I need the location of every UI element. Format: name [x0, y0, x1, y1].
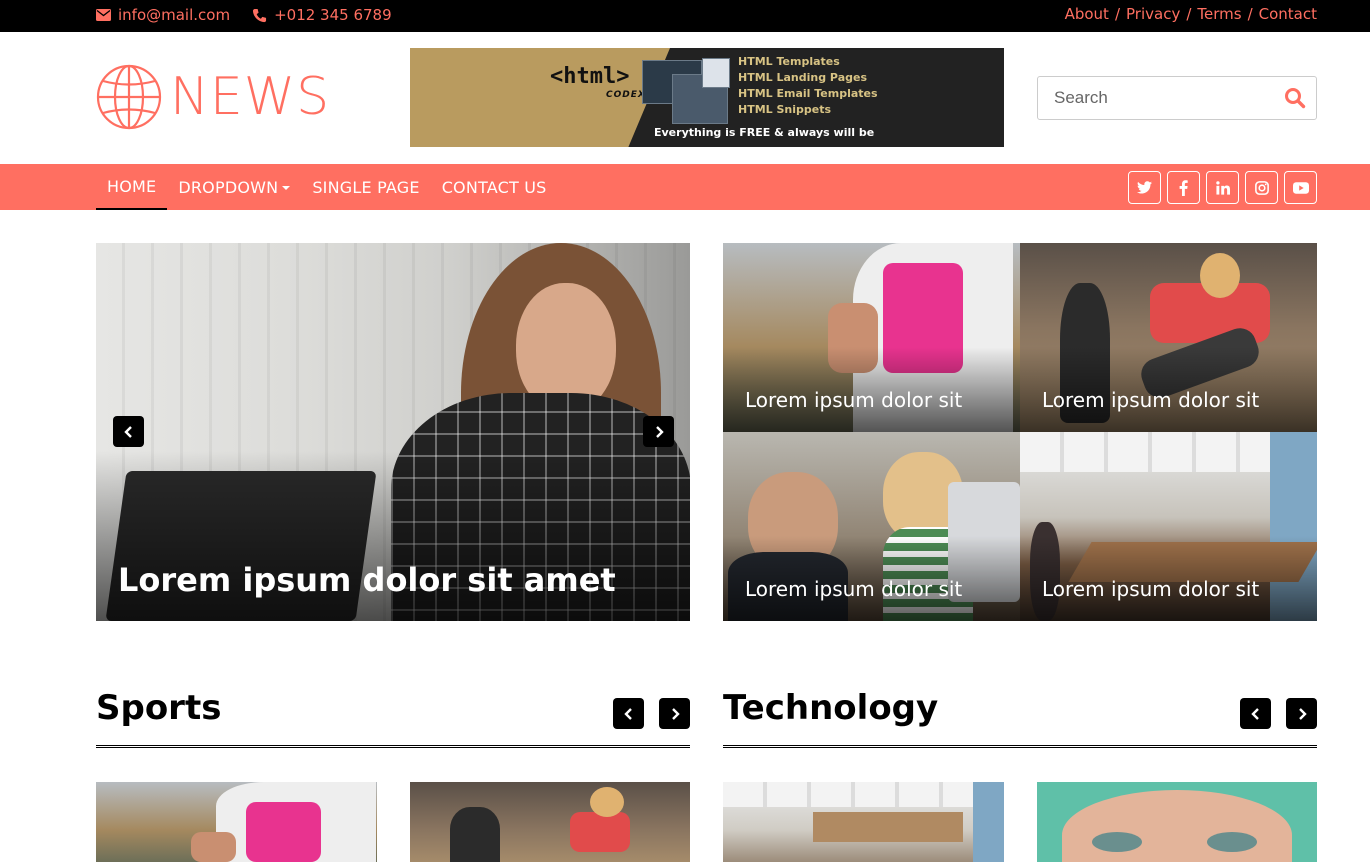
- top-bar: info@mail.com +012 345 6789 About / Priv…: [0, 0, 1370, 32]
- twitter-icon: [1137, 181, 1152, 194]
- tile-caption: Lorem ipsum dolor sit: [1042, 388, 1260, 412]
- chevron-right-icon: [1298, 707, 1307, 720]
- chevron-right-icon: [655, 425, 664, 438]
- banner-list: HTML Templates HTML Landing Pages HTML E…: [738, 54, 878, 118]
- globe-icon: [96, 64, 162, 130]
- technology-next-button[interactable]: [1286, 698, 1317, 729]
- nav-item-dropdown-label: DROPDOWN: [178, 177, 279, 197]
- search-input[interactable]: [1038, 77, 1278, 119]
- main-nav: HOME DROPDOWN SINGLE PAGE CONTACT US: [0, 164, 1370, 210]
- facebook-button[interactable]: [1167, 171, 1200, 204]
- link-separator: /: [1186, 5, 1192, 23]
- search-icon: [1285, 88, 1306, 109]
- hero-slider[interactable]: Lorem ipsum dolor sit amet: [96, 243, 690, 621]
- news-tile[interactable]: Lorem ipsum dolor sit: [1020, 243, 1317, 432]
- nav-item-contact-us[interactable]: CONTACT US: [431, 164, 558, 210]
- technology-thumb[interactable]: [1037, 782, 1317, 862]
- link-about[interactable]: About: [1065, 5, 1109, 23]
- tile-caption: Lorem ipsum dolor sit: [1042, 577, 1260, 601]
- section-title-sports: Sports: [96, 688, 222, 728]
- banner-tagline: Everything is FREE & always will be: [654, 126, 875, 139]
- banner-item: HTML Snippets: [738, 103, 832, 116]
- hero-caption[interactable]: Lorem ipsum dolor sit amet: [118, 561, 616, 599]
- caret-down-icon: [282, 186, 291, 190]
- contact-info: info@mail.com +012 345 6789: [96, 6, 392, 24]
- nav-item-home[interactable]: HOME: [96, 164, 168, 210]
- search-box: [1037, 76, 1317, 120]
- sports-prev-button[interactable]: [613, 698, 644, 729]
- instagram-button[interactable]: [1245, 171, 1278, 204]
- banner-ad[interactable]: <html> CODEX HTML Templates HTML Landing…: [410, 48, 1004, 147]
- sports-thumb[interactable]: [410, 782, 690, 862]
- email-item[interactable]: info@mail.com: [96, 6, 230, 24]
- sports-thumb[interactable]: [96, 782, 377, 862]
- logo-text: NEWS: [170, 67, 331, 127]
- hero-next-button[interactable]: [643, 416, 674, 447]
- tile-caption: Lorem ipsum dolor sit: [745, 577, 963, 601]
- phone-item[interactable]: +012 345 6789: [252, 6, 392, 24]
- section-divider: [96, 745, 690, 748]
- link-separator: /: [1114, 5, 1121, 23]
- banner-item: HTML Landing Pages: [738, 71, 868, 84]
- chevron-right-icon: [671, 707, 680, 720]
- youtube-button[interactable]: [1284, 171, 1317, 204]
- technology-thumb[interactable]: [723, 782, 1004, 862]
- banner-screenshots: [642, 56, 732, 128]
- section-divider: [723, 745, 1317, 748]
- top-links: About / Privacy / Terms / Contact: [1065, 5, 1317, 23]
- youtube-icon: [1292, 181, 1309, 194]
- link-contact[interactable]: Contact: [1259, 5, 1317, 23]
- search-button[interactable]: [1284, 87, 1306, 109]
- sports-next-button[interactable]: [659, 698, 690, 729]
- banner-item: HTML Templates: [738, 55, 840, 68]
- envelope-icon: [96, 9, 111, 21]
- news-tile[interactable]: Lorem ipsum dolor sit: [1020, 432, 1317, 621]
- chevron-left-icon: [123, 425, 132, 438]
- linkedin-icon: [1215, 180, 1230, 195]
- nav-item-single-page[interactable]: SINGLE PAGE: [301, 164, 430, 210]
- chevron-left-icon: [1250, 707, 1259, 720]
- link-separator: /: [1247, 5, 1253, 23]
- news-tile[interactable]: Lorem ipsum dolor sit: [723, 243, 1020, 432]
- phone-text[interactable]: +012 345 6789: [274, 6, 392, 24]
- section-title-technology: Technology: [723, 688, 939, 728]
- social-links: [1128, 171, 1317, 204]
- banner-item: HTML Email Templates: [738, 87, 878, 100]
- facebook-icon: [1179, 179, 1188, 196]
- link-terms[interactable]: Terms: [1197, 5, 1241, 23]
- tile-caption: Lorem ipsum dolor sit: [745, 388, 963, 412]
- site-logo[interactable]: NEWS: [96, 64, 330, 130]
- banner-brand-sub: CODEX: [606, 90, 646, 100]
- nav-item-dropdown[interactable]: DROPDOWN: [167, 164, 301, 210]
- phone-icon: [253, 8, 267, 22]
- twitter-button[interactable]: [1128, 171, 1161, 204]
- technology-prev-button[interactable]: [1240, 698, 1271, 729]
- hero-prev-button[interactable]: [113, 416, 144, 447]
- link-privacy[interactable]: Privacy: [1126, 5, 1180, 23]
- chevron-left-icon: [623, 707, 632, 720]
- linkedin-button[interactable]: [1206, 171, 1239, 204]
- news-tile[interactable]: Lorem ipsum dolor sit: [723, 432, 1020, 621]
- banner-brand: <html>: [550, 64, 630, 89]
- instagram-icon: [1254, 180, 1269, 195]
- nav-menu: HOME DROPDOWN SINGLE PAGE CONTACT US: [96, 164, 558, 210]
- email-text[interactable]: info@mail.com: [118, 6, 230, 24]
